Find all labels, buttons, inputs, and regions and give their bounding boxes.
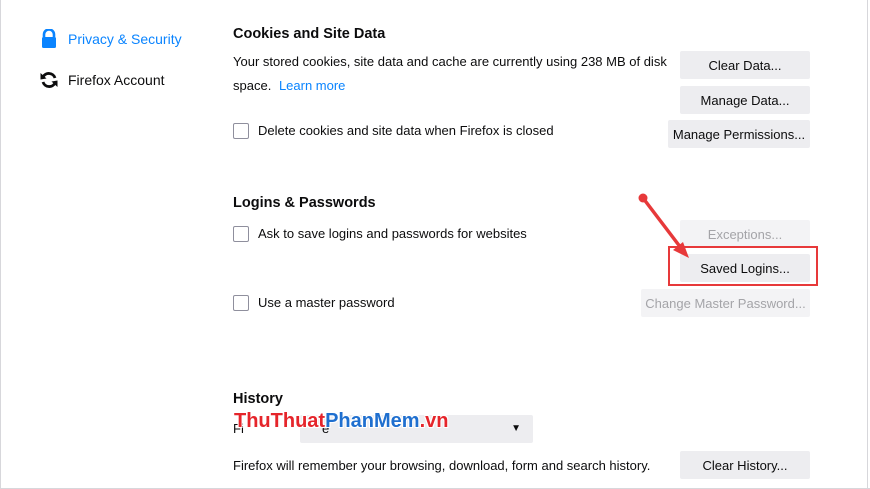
sidebar-item-firefox-account[interactable]: Firefox Account (38, 67, 165, 93)
master-password-checkbox[interactable] (233, 295, 249, 311)
cookies-section-title: Cookies and Site Data (233, 26, 386, 42)
clear-data-button[interactable]: Clear Data... (680, 51, 810, 79)
learn-more-link[interactable]: Learn more (279, 78, 345, 93)
clear-history-button[interactable]: Clear History... (680, 451, 810, 479)
cookies-description-space: space. (233, 78, 272, 93)
sidebar-item-privacy-security[interactable]: Privacy & Security (38, 26, 182, 52)
change-master-password-button[interactable]: Change Master Password... (641, 289, 810, 317)
delete-cookies-checkbox[interactable] (233, 123, 249, 139)
cookies-description-line1: Your stored cookies, site data and cache… (233, 54, 667, 69)
history-description: Firefox will remember your browsing, dow… (233, 458, 651, 473)
watermark: ThuThuatPhanMem.vn (234, 410, 449, 432)
master-password-label: Use a master password (258, 295, 395, 310)
dropdown-caret-icon: ▼ (511, 423, 521, 434)
lock-icon (38, 28, 60, 50)
logins-section-title: Logins & Passwords (233, 195, 376, 211)
ask-to-save-label: Ask to save logins and passwords for web… (258, 226, 527, 241)
sidebar-item-label: Firefox Account (68, 72, 165, 88)
saved-logins-highlight-box (668, 246, 818, 286)
manage-data-button[interactable]: Manage Data... (680, 86, 810, 114)
sync-icon (38, 69, 60, 91)
ask-to-save-checkbox[interactable] (233, 226, 249, 242)
exceptions-button[interactable]: Exceptions... (680, 220, 810, 248)
window-left-border (0, 0, 1, 489)
delete-cookies-label: Delete cookies and site data when Firefo… (258, 123, 554, 138)
history-section-title: History (233, 391, 283, 407)
sidebar-item-label: Privacy & Security (68, 31, 182, 47)
manage-permissions-button[interactable]: Manage Permissions... (668, 120, 810, 148)
window-right-border (867, 0, 868, 489)
cookies-description-line2: space. Learn more (233, 75, 345, 97)
